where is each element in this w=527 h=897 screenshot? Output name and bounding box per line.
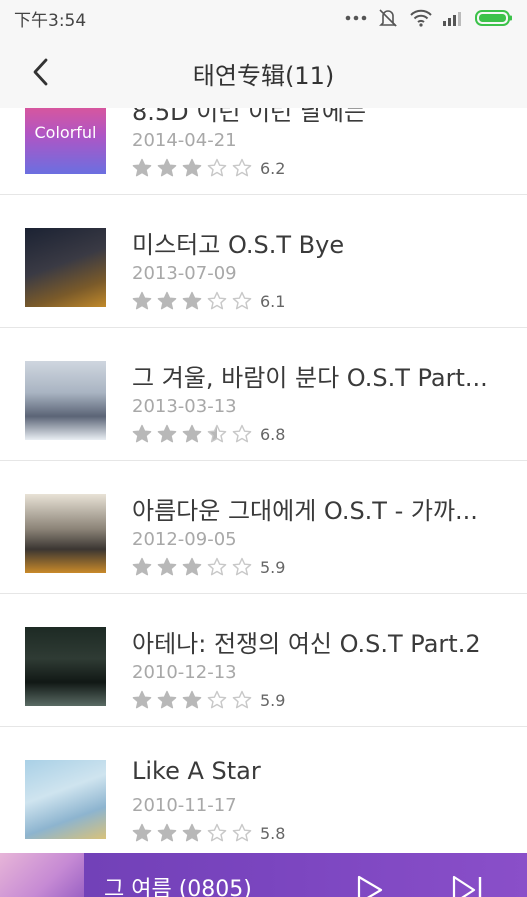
star-empty-icon <box>207 158 227 177</box>
album-cover <box>25 361 106 440</box>
star-filled-icon <box>132 823 152 842</box>
next-track-icon <box>452 875 482 897</box>
star-filled-icon <box>157 291 177 310</box>
album-date: 2013-07-09 <box>132 263 237 284</box>
album-row[interactable]: 미스터고 O.S.T Bye 2013-07-09 6.1 <box>0 195 527 328</box>
star-empty-icon <box>207 690 227 709</box>
album-row[interactable]: Colorful 8.5D 이런 이런 날에는 2014-04-21 6.2 <box>0 108 527 195</box>
album-row[interactable]: Like A Star 2010-11-17 5.8 <box>0 727 527 853</box>
star-filled-icon <box>182 158 202 177</box>
album-rating: 6.1 <box>132 291 285 311</box>
star-empty-icon <box>232 557 252 576</box>
album-rating: 5.8 <box>132 823 285 843</box>
album-title: 아름다운 그대에게 O.S.T - 가까... <box>132 497 478 525</box>
rating-value: 6.8 <box>260 424 286 444</box>
album-title: 미스터고 O.S.T Bye <box>132 231 345 259</box>
rating-value: 6.2 <box>260 158 286 178</box>
battery-icon <box>475 10 512 26</box>
album-cover: Colorful <box>25 108 106 174</box>
status-icons <box>345 7 513 29</box>
star-filled-icon <box>182 291 202 310</box>
rating-stars <box>132 291 252 311</box>
star-empty-icon <box>207 291 227 310</box>
more-dots-icon <box>345 15 367 21</box>
star-empty-icon <box>207 823 227 842</box>
album-cover-text: Colorful <box>34 123 97 142</box>
album-row[interactable]: 아테나: 전쟁의 여신 O.S.T Part.2 2010-12-13 5.9 <box>0 594 527 727</box>
wifi-icon <box>410 9 432 27</box>
album-rating: 5.9 <box>132 557 285 577</box>
star-filled-icon <box>182 823 202 842</box>
player-album-art <box>0 853 84 897</box>
star-filled-icon <box>132 291 152 310</box>
header: 태연专辑(11) <box>0 36 527 108</box>
star-empty-icon <box>232 291 252 310</box>
star-filled-icon <box>132 158 152 177</box>
album-title: Like A Star <box>132 757 261 785</box>
star-empty-icon <box>232 424 252 443</box>
album-rating: 6.8 <box>132 424 285 444</box>
rating-stars <box>132 557 252 577</box>
status-time: 下午3:54 <box>14 10 87 31</box>
album-rating: 6.2 <box>132 158 285 178</box>
next-track-button[interactable] <box>450 875 486 897</box>
album-cover <box>25 228 106 307</box>
mute-icon <box>379 9 397 27</box>
star-filled-icon <box>157 158 177 177</box>
rating-stars <box>132 690 252 710</box>
star-empty-icon <box>232 690 252 709</box>
star-filled-icon <box>132 557 152 576</box>
rating-stars <box>132 158 252 178</box>
album-date: 2012-09-05 <box>132 529 237 550</box>
star-filled-icon <box>182 557 202 576</box>
album-list[interactable]: Colorful 8.5D 이런 이런 날에는 2014-04-21 6.2 미… <box>0 108 527 853</box>
star-filled-icon <box>157 424 177 443</box>
rating-stars <box>132 823 252 843</box>
star-half-icon <box>207 424 227 443</box>
now-playing-title: 그 여름 (0805) <box>104 877 252 897</box>
album-cover <box>25 627 106 706</box>
play-button[interactable] <box>355 875 385 897</box>
album-date: 2010-11-17 <box>132 795 237 816</box>
album-cover <box>25 494 106 573</box>
play-icon <box>357 875 383 897</box>
star-empty-icon <box>232 823 252 842</box>
rating-value: 5.9 <box>260 690 286 710</box>
star-filled-icon <box>182 690 202 709</box>
rating-stars <box>132 424 252 444</box>
star-filled-icon <box>182 424 202 443</box>
rating-value: 5.8 <box>260 823 286 843</box>
album-row[interactable]: 아름다운 그대에게 O.S.T - 가까... 2012-09-05 5.9 <box>0 461 527 594</box>
album-row[interactable]: 그 겨울, 바람이 분다 O.S.T Part... 2013-03-13 6.… <box>0 328 527 461</box>
star-filled-icon <box>157 557 177 576</box>
star-filled-icon <box>132 424 152 443</box>
album-list-inner: Colorful 8.5D 이런 이런 날에는 2014-04-21 6.2 미… <box>0 108 527 853</box>
album-date: 2010-12-13 <box>132 662 237 683</box>
album-rating: 5.9 <box>132 690 285 710</box>
album-date: 2014-04-21 <box>132 130 237 151</box>
album-cover <box>25 760 106 839</box>
star-filled-icon <box>132 690 152 709</box>
status-bar: 下午3:54 <box>0 0 527 36</box>
page-title: 태연专辑(11) <box>192 62 335 90</box>
album-date: 2013-03-13 <box>132 396 237 417</box>
rating-value: 5.9 <box>260 557 286 577</box>
star-empty-icon <box>207 557 227 576</box>
album-title: 그 겨울, 바람이 분다 O.S.T Part... <box>132 364 488 392</box>
mini-player[interactable]: 그 여름 (0805) <box>0 853 527 897</box>
star-filled-icon <box>157 823 177 842</box>
rating-value: 6.1 <box>260 291 286 311</box>
album-title: 8.5D 이런 이런 날에는 <box>132 108 367 126</box>
star-empty-icon <box>232 158 252 177</box>
signal-icon <box>443 12 461 26</box>
album-title: 아테나: 전쟁의 여신 O.S.T Part.2 <box>132 630 481 658</box>
star-filled-icon <box>157 690 177 709</box>
